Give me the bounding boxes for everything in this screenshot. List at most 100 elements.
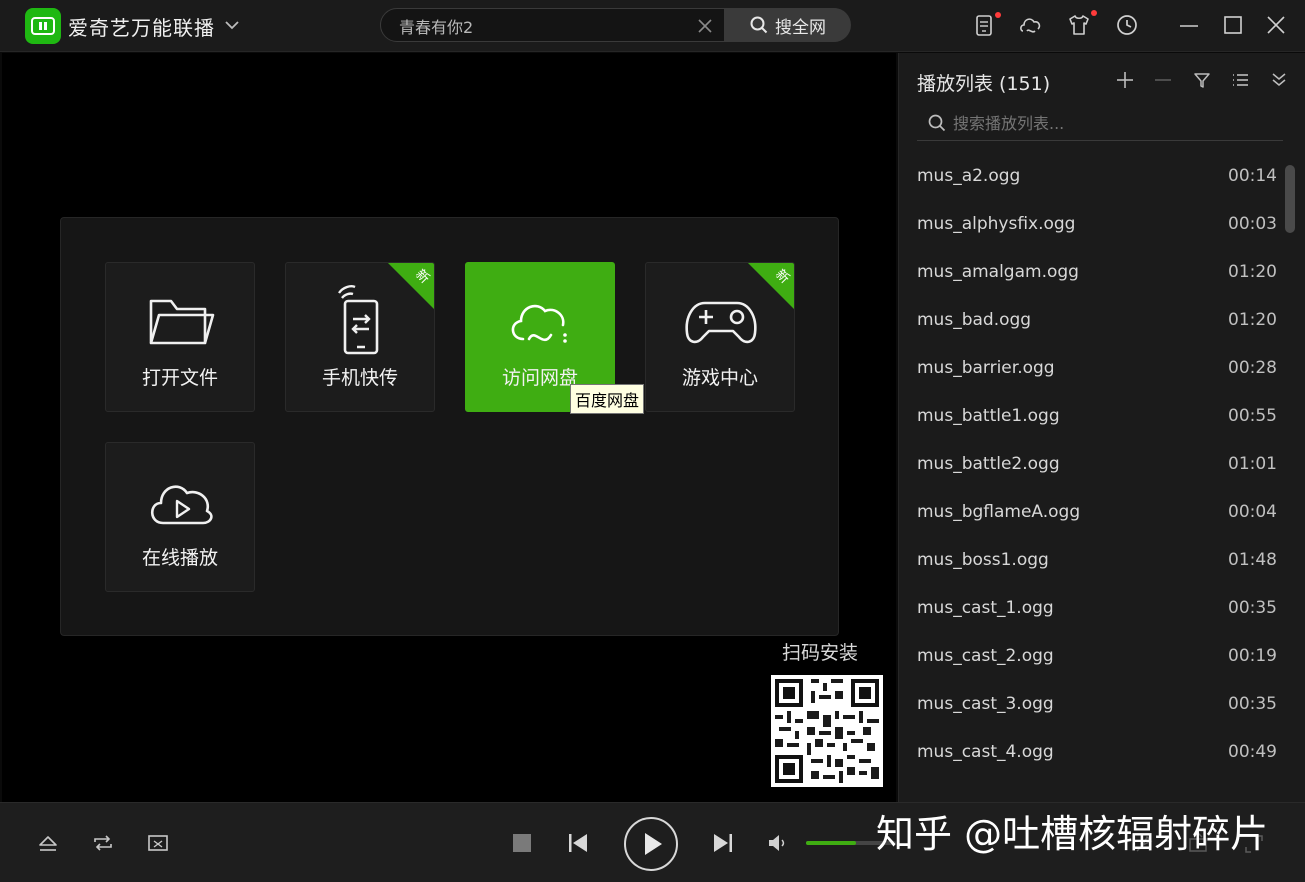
list-item[interactable]: mus_cast_3.ogg 00:35: [899, 682, 1287, 730]
list-item[interactable]: mus_boss1.ogg 01:48: [899, 538, 1287, 586]
item-duration: 01:20: [1228, 262, 1277, 282]
playlist-scrollbar[interactable]: [1285, 165, 1295, 233]
item-duration: 00:28: [1228, 358, 1277, 378]
title-bar: 爱奇艺万能联播 搜全网: [0, 0, 1305, 52]
notification-dot: [995, 12, 1001, 18]
playlist-title: 播放列表 (151): [917, 73, 1051, 95]
item-name: mus_a2.ogg: [917, 166, 1021, 186]
video-area[interactable]: 打开文件 手机快传 新 访问网盘 游戏中心 新 在线播放 百度网盘 扫码安装: [2, 53, 896, 802]
item-duration: 00:55: [1228, 406, 1277, 426]
subtitle-icon[interactable]: [146, 831, 170, 855]
chevron-down-icon[interactable]: [222, 12, 242, 38]
item-name: mus_boss1.ogg: [917, 550, 1049, 570]
filter-icon[interactable]: [1191, 69, 1213, 91]
play-button[interactable]: [624, 817, 678, 871]
quick-access-panel: 打开文件 手机快传 新 访问网盘 游戏中心 新 在线播放: [60, 217, 839, 636]
item-duration: 00:49: [1228, 742, 1277, 762]
cloud-icon[interactable]: [1018, 12, 1044, 38]
phone-icon[interactable]: [971, 12, 997, 38]
app-logo-icon[interactable]: [25, 8, 61, 44]
item-duration: 00:14: [1228, 166, 1277, 186]
cloud-play-icon: [150, 485, 213, 525]
list-item[interactable]: mus_cast_2.ogg 00:19: [899, 634, 1287, 682]
history-clock-icon[interactable]: [1114, 12, 1140, 38]
stop-icon[interactable]: [511, 832, 533, 854]
tile-online-play[interactable]: 在线播放: [105, 442, 255, 592]
control-bar: 知乎 @吐槽核辐射碎片: [0, 802, 1305, 882]
skin-tshirt-icon[interactable]: [1066, 12, 1092, 38]
item-duration: 01:48: [1228, 550, 1277, 570]
list-item[interactable]: mus_cast_4.ogg 00:49: [899, 730, 1287, 778]
maximize-icon[interactable]: [1220, 12, 1246, 38]
tile-label: 游戏中心: [681, 367, 758, 389]
qr-label: 扫码安装: [782, 642, 859, 664]
previous-icon[interactable]: [566, 831, 590, 855]
search-box: 搜全网: [380, 8, 851, 42]
item-duration: 00:03: [1228, 214, 1277, 234]
list-item[interactable]: mus_battle1.ogg 00:55: [899, 394, 1287, 442]
collapse-chevron-icon[interactable]: [1268, 69, 1290, 91]
playlist-list: mus_a2.ogg 00:14 mus_alphysfix.ogg 00:03 m…: [899, 154, 1287, 778]
item-duration: 00:35: [1228, 694, 1277, 714]
tile-game-center[interactable]: 游戏中心 新: [645, 262, 795, 412]
tile-open-file[interactable]: 打开文件: [105, 262, 255, 412]
item-name: mus_barrier.ogg: [917, 358, 1055, 378]
item-name: mus_cast_1.ogg: [917, 598, 1054, 618]
item-name: mus_cast_2.ogg: [917, 646, 1054, 666]
list-item[interactable]: mus_cast_1.ogg 00:35: [899, 586, 1287, 634]
item-name: mus_battle2.ogg: [917, 454, 1060, 474]
list-icon[interactable]: [1229, 69, 1251, 91]
item-duration: 00:35: [1228, 598, 1277, 618]
item-duration: 00:19: [1228, 646, 1277, 666]
item-name: mus_battle1.ogg: [917, 406, 1060, 426]
tooltip: 百度网盘: [570, 384, 645, 414]
list-item[interactable]: mus_bad.ogg 01:20: [899, 298, 1287, 346]
new-badge: 新: [748, 263, 794, 309]
playlist-panel: 播放列表 (151) mus_a2.ogg 00:14 mus_alphysfix…: [898, 53, 1305, 802]
item-name: mus_alphysfix.ogg: [917, 214, 1076, 234]
playlist-search-input[interactable]: [953, 112, 1273, 134]
qr-code-icon[interactable]: [771, 675, 883, 787]
eject-icon[interactable]: [36, 831, 60, 855]
tile-phone-transfer[interactable]: 手机快传 新: [285, 262, 435, 412]
item-name: mus_bgflameA.ogg: [917, 502, 1081, 522]
add-icon[interactable]: [1114, 69, 1136, 91]
folder-icon: [149, 299, 215, 345]
item-name: mus_bad.ogg: [917, 310, 1032, 330]
notification-dot: [1091, 10, 1097, 16]
next-icon[interactable]: [711, 831, 735, 855]
item-name: mus_cast_3.ogg: [917, 694, 1054, 714]
tile-label: 手机快传: [321, 367, 398, 389]
new-badge: 新: [388, 263, 434, 309]
list-item[interactable]: mus_barrier.ogg 00:28: [899, 346, 1287, 394]
list-item[interactable]: mus_a2.ogg 00:14: [899, 154, 1287, 202]
item-duration: 01:20: [1228, 310, 1277, 330]
tile-label: 打开文件: [141, 367, 218, 389]
playlist-search: [917, 105, 1283, 141]
volume-fill: [806, 841, 856, 845]
tile-label: 在线播放: [141, 547, 218, 569]
item-duration: 00:04: [1228, 502, 1277, 522]
close-icon[interactable]: [1263, 12, 1289, 38]
remove-icon[interactable]: [1152, 69, 1174, 91]
search-icon: [750, 16, 768, 34]
cloud-drive-icon: [511, 304, 567, 343]
watermark-text: 知乎 @吐槽核辐射碎片: [876, 812, 1269, 856]
clear-icon[interactable]: [695, 16, 715, 36]
list-item[interactable]: mus_battle2.ogg 01:01: [899, 442, 1287, 490]
app-title[interactable]: 爱奇艺万能联播: [68, 12, 215, 41]
search-all-button[interactable]: 搜全网: [724, 8, 851, 42]
item-name: mus_amalgam.ogg: [917, 262, 1079, 282]
minimize-icon[interactable]: [1176, 12, 1202, 38]
search-button-label: 搜全网: [775, 17, 826, 38]
play-icon: [645, 833, 662, 855]
list-item[interactable]: mus_alphysfix.ogg 00:03: [899, 202, 1287, 250]
search-icon: [928, 114, 946, 132]
repeat-icon[interactable]: [91, 831, 115, 855]
item-name: mus_cast_4.ogg: [917, 742, 1054, 762]
list-item[interactable]: mus_amalgam.ogg 01:20: [899, 250, 1287, 298]
volume-icon[interactable]: [766, 832, 788, 854]
list-item[interactable]: mus_bgflameA.ogg 00:04: [899, 490, 1287, 538]
item-duration: 01:01: [1228, 454, 1277, 474]
search-input[interactable]: [399, 14, 689, 38]
